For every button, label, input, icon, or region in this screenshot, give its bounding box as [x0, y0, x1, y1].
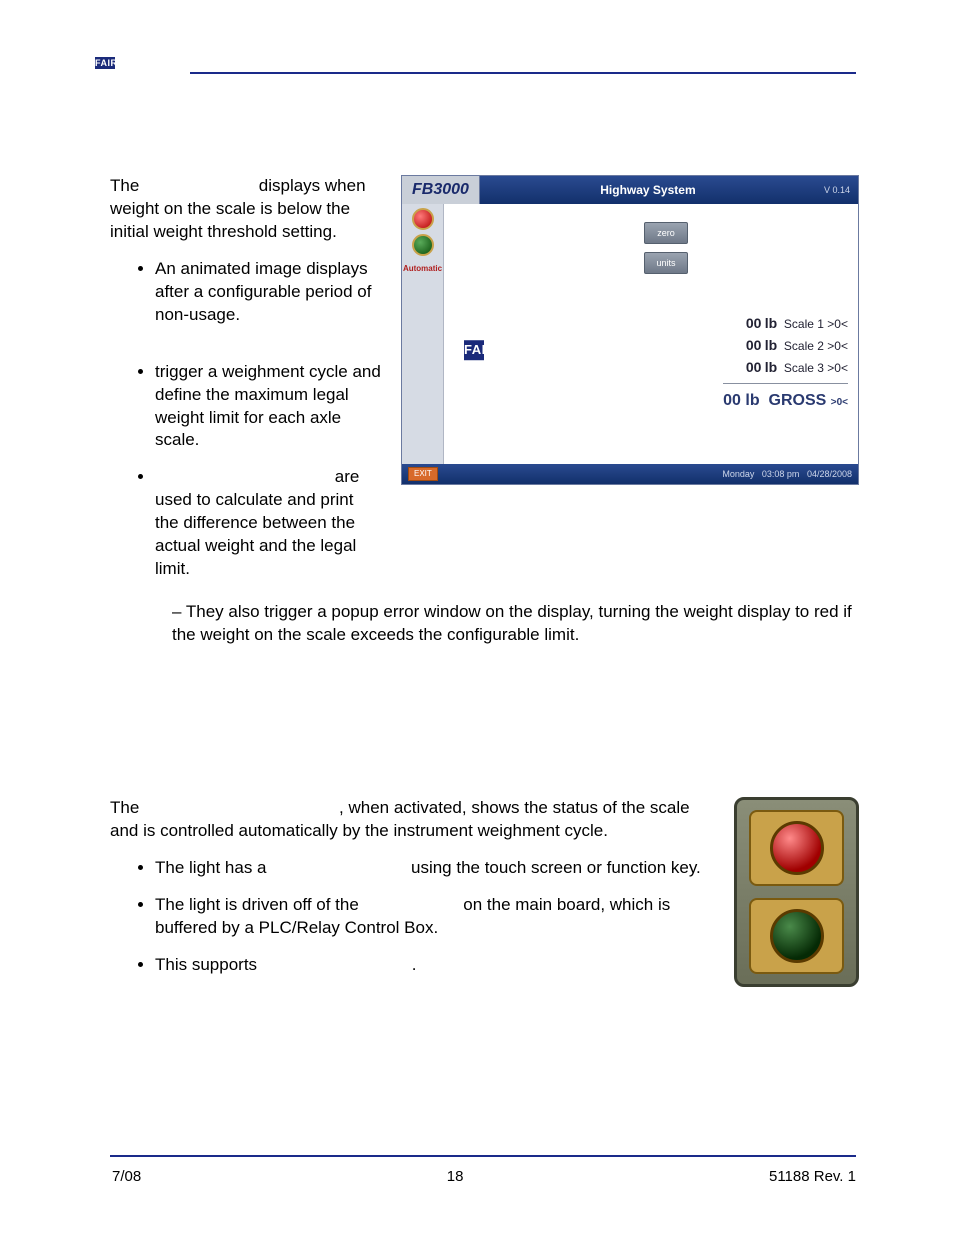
traffic-light-image [734, 797, 859, 991]
red-light-icon[interactable] [412, 208, 434, 230]
bullet-item: An animated image displays after a confi… [155, 258, 381, 327]
green-light-icon [770, 909, 824, 963]
traffic-light-red-cell [749, 810, 844, 886]
page-number: 18 [141, 1168, 769, 1185]
blank-line [155, 341, 381, 361]
bullet-item: are used to calculate and print the diff… [155, 466, 381, 581]
scale-row: 00 lb Scale 2 >0< [723, 336, 848, 355]
app-version: V 0.14 [816, 184, 858, 196]
status-date: 04/28/2008 [807, 468, 852, 480]
intro-post: , when activated, shows the status of th… [110, 798, 690, 840]
app-brand: FB3000 [402, 176, 480, 204]
bullet-text: trigger a weighment cycle and define the… [155, 362, 381, 450]
center-logo-text: FAIRBANKS [464, 340, 484, 360]
intro-pre: The [110, 798, 139, 817]
titlebar: FB3000 Highway System V 0.14 [402, 176, 858, 204]
exit-button[interactable]: EXIT [408, 467, 438, 482]
dash-item: They also trigger a popup error window o… [172, 601, 859, 647]
status-time: 03:08 pm [762, 468, 800, 480]
app-title: Highway System [480, 182, 816, 198]
status-day: Monday [722, 468, 754, 480]
bullet-pre: This supports [155, 955, 257, 974]
page-footer: 7/08 18 51188 Rev. 1 [112, 1168, 856, 1185]
zero-button[interactable]: zero [644, 222, 688, 244]
app-screenshot: FB3000 Highway System V 0.14 Automatic z… [401, 175, 859, 595]
statusbar: EXIT Monday 03:08 pm 04/28/2008 [402, 464, 858, 484]
bullet-item: The light has a using the touch screen o… [155, 857, 704, 880]
bullet-post: using the touch screen or function key. [411, 858, 701, 877]
sidebar: Automatic [402, 204, 444, 464]
bullet-item: This supports . [155, 954, 704, 977]
scale-row: 00 lb Scale 3 >0< [723, 358, 848, 377]
gross-row: 00 lb GROSS >0< [723, 383, 848, 412]
brand-logo-text: FAIRBANKS [95, 57, 115, 69]
intro-pre: The [110, 176, 139, 195]
green-light-icon[interactable] [412, 234, 434, 256]
bullet-post: . [412, 955, 417, 974]
bullet-pre: The light is driven off of the [155, 895, 359, 914]
intro-post: displays when weight on the scale is bel… [110, 176, 366, 241]
section1-intro: The displays when weight on the scale is… [110, 175, 381, 244]
footer-doc-rev: 51188 Rev. 1 [769, 1168, 856, 1185]
footer-date: 7/08 [112, 1168, 141, 1185]
bullet-text: An animated image displays after a confi… [155, 259, 371, 324]
red-light-icon [770, 821, 824, 875]
bullet-pre: The light has a [155, 858, 267, 877]
header-rule [190, 72, 856, 74]
footer-rule [110, 1155, 856, 1157]
units-button[interactable]: units [644, 252, 688, 274]
scale-row: 00 lb Scale 1 >0< [723, 314, 848, 333]
bullet-item: trigger a weighment cycle and define the… [155, 341, 381, 453]
traffic-light-green-cell [749, 898, 844, 974]
section2-intro: The , when activated, shows the status o… [110, 797, 704, 843]
weight-readouts: 00 lb Scale 1 >0< 00 lb Scale 2 >0< 00 l… [723, 314, 848, 411]
bullet-item: The light is driven off of the on the ma… [155, 894, 704, 940]
automatic-label: Automatic [403, 264, 442, 275]
dash-text: They also trigger a popup error window o… [172, 602, 852, 644]
bullet-text: are used to calculate and print the diff… [155, 467, 359, 578]
